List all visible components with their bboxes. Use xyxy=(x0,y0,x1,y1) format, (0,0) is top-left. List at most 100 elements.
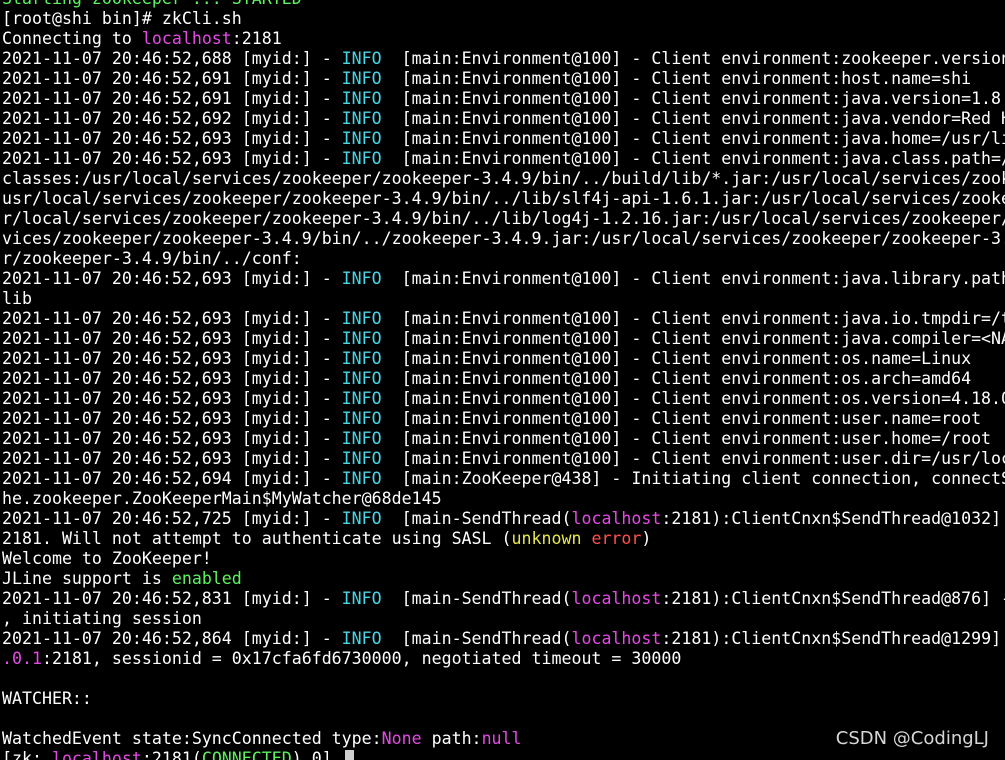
log-level-label: INFO xyxy=(341,469,382,488)
terminal-line: 2021-11-07 20:46:52,693 [myid:] - INFO [… xyxy=(2,129,1005,149)
terminal-line: .0.1:2181, sessionid = 0x17cfa6fd6730000… xyxy=(2,649,1005,669)
terminal-text: [main:Environment@100] - Client environm… xyxy=(381,109,1005,128)
terminal-text: [main-SendThread( xyxy=(381,589,572,608)
terminal-line: he.zookeeper.ZooKeeperMain$MyWatcher@68d… xyxy=(2,489,1005,509)
terminal-text: [main:ZooKeeper@438] - Initiating client… xyxy=(381,469,1005,488)
terminal-text: Welcome to ZooKeeper! xyxy=(2,549,212,568)
terminal-text: [root@shi bin]# zkCli.sh xyxy=(2,9,242,28)
terminal-text: [main:Environment@100] - Client environm… xyxy=(381,369,972,388)
terminal-text: , initiating session xyxy=(2,609,202,628)
terminal-text: ) xyxy=(641,529,652,548)
highlighted-token: localhost xyxy=(51,749,142,760)
status-token: Starting zookeeper ... STARTED xyxy=(2,0,302,8)
terminal-line: Welcome to ZooKeeper! xyxy=(2,549,1005,569)
terminal-line: 2021-11-07 20:46:52,693 [myid:] - INFO [… xyxy=(2,149,1005,169)
log-level-label: INFO xyxy=(341,349,382,368)
log-level-label: INFO xyxy=(341,589,382,608)
terminal-line: lib xyxy=(2,289,1005,309)
terminal-text: 2021-11-07 20:46:52,693 [myid:] - xyxy=(2,369,342,388)
terminal-line: 2021-11-07 20:46:52,691 [myid:] - INFO [… xyxy=(2,89,1005,109)
terminal-text: 2021-11-07 20:46:52,693 [myid:] - xyxy=(2,309,342,328)
terminal-text: [main:Environment@100] - Client environm… xyxy=(381,309,1005,328)
terminal-line: 2021-11-07 20:46:52,693 [myid:] - INFO [… xyxy=(2,389,1005,409)
terminal-text: :2181, sessionid = 0x17cfa6fd6730000, ne… xyxy=(41,649,682,668)
terminal-text: r/zookeeper-3.4.9/bin/../conf: xyxy=(2,249,302,268)
terminal-line: 2021-11-07 20:46:52,693 [myid:] - INFO [… xyxy=(2,309,1005,329)
terminal-line: JLine support is enabled xyxy=(2,569,1005,589)
terminal-line: vices/zookeeper/zookeeper-3.4.9/bin/../z… xyxy=(2,229,1005,249)
log-level-label: INFO xyxy=(341,109,382,128)
terminal-text: :2181( xyxy=(141,749,202,760)
terminal-line: 2021-11-07 20:46:52,693 [myid:] - INFO [… xyxy=(2,429,1005,449)
log-level-label: INFO xyxy=(341,89,382,108)
terminal-text: [main:Environment@100] - Client environm… xyxy=(381,329,1005,348)
log-level-label: INFO xyxy=(341,269,382,288)
terminal-text: 2021-11-07 20:46:52,693 [myid:] - xyxy=(2,349,342,368)
log-level-label: INFO xyxy=(341,309,382,328)
status-token: enabled xyxy=(171,569,242,588)
log-level-label: INFO xyxy=(341,429,382,448)
terminal-text: [main:Environment@100] - Client environm… xyxy=(381,269,1005,288)
terminal-text: 2021-11-07 20:46:52,693 [myid:] - xyxy=(2,409,342,428)
terminal-text: :2181):ClientCnxn$SendThread@876] - Soc xyxy=(661,589,1005,608)
log-level-label: INFO xyxy=(341,369,382,388)
highlighted-token: None xyxy=(381,729,422,748)
terminal-text: 2021-11-07 20:46:52,693 [myid:] - xyxy=(2,429,342,448)
terminal-text: [main:Environment@100] - Client environm… xyxy=(381,429,992,448)
terminal-line: 2021-11-07 20:46:52,864 [myid:] - INFO [… xyxy=(2,629,1005,649)
terminal-text: [main:Environment@100] - Client environm… xyxy=(381,49,1005,68)
terminal-text: 2021-11-07 20:46:52,692 [myid:] - xyxy=(2,109,342,128)
terminal-line: 2021-11-07 20:46:52,693 [myid:] - INFO [… xyxy=(2,349,1005,369)
log-level-label: INFO xyxy=(341,449,382,468)
terminal-text: [main:Environment@100] - Client environm… xyxy=(381,89,1002,108)
terminal-text: r/local/services/zookeeper/zookeeper-3.4… xyxy=(2,209,1005,228)
watermark: CSDN @CodingLJ xyxy=(835,728,989,749)
terminal-line: [root@shi bin]# zkCli.sh xyxy=(2,9,1005,29)
log-level-label: INFO xyxy=(341,629,382,648)
log-level-label: INFO xyxy=(341,389,382,408)
text-cursor[interactable] xyxy=(344,750,354,760)
terminal-text: lib xyxy=(2,289,32,308)
terminal-text: [main-SendThread( xyxy=(381,629,572,648)
terminal-text: :2181):ClientCnxn$SendThread@1299] - Se xyxy=(661,629,1002,648)
log-level-label: INFO xyxy=(341,129,382,148)
terminal-text: he.zookeeper.ZooKeeperMain$MyWatcher@68d… xyxy=(2,489,442,508)
terminal-text: path: xyxy=(421,729,482,748)
terminal-line: classes:/usr/local/services/zookeeper/zo… xyxy=(2,169,1005,189)
terminal-line: 2021-11-07 20:46:52,693 [myid:] - INFO [… xyxy=(2,409,1005,429)
log-level-label: INFO xyxy=(341,149,382,168)
terminal-line: 2021-11-07 20:46:52,691 [myid:] - INFO [… xyxy=(2,69,1005,89)
terminal-text: [main:Environment@100] - Client environm… xyxy=(381,349,972,368)
terminal-line: , initiating session xyxy=(2,609,1005,629)
terminal-window[interactable]: Starting zookeeper ... STARTED[root@shi … xyxy=(0,0,1005,760)
terminal-text: 2021-11-07 20:46:52,693 [myid:] - xyxy=(2,329,342,348)
terminal-text: 2021-11-07 20:46:52,693 [myid:] - xyxy=(2,129,342,148)
terminal-line: 2181. Will not attempt to authenticate u… xyxy=(2,529,1005,549)
terminal-line: 2021-11-07 20:46:52,693 [myid:] - INFO [… xyxy=(2,369,1005,389)
terminal-line: r/zookeeper-3.4.9/bin/../conf: xyxy=(2,249,1005,269)
terminal-line: 2021-11-07 20:46:52,694 [myid:] - INFO [… xyxy=(2,469,1005,489)
terminal-text: 2021-11-07 20:46:52,831 [myid:] - xyxy=(2,589,342,608)
terminal-text: 2021-11-07 20:46:52,691 [myid:] - xyxy=(2,89,342,108)
terminal-line: Starting zookeeper ... STARTED xyxy=(2,0,1005,9)
terminal-text: [main:Environment@100] - Client environm… xyxy=(381,389,1005,408)
highlighted-token: .0.1 xyxy=(2,649,42,668)
highlighted-token: localhost xyxy=(571,589,662,608)
terminal-text: 2021-11-07 20:46:52,693 [myid:] - xyxy=(2,389,342,408)
terminal-text: unknown xyxy=(511,529,582,548)
terminal-line: 2021-11-07 20:46:52,693 [myid:] - INFO [… xyxy=(2,449,1005,469)
terminal-text: vices/zookeeper/zookeeper-3.4.9/bin/../z… xyxy=(2,229,1005,248)
terminal-line: [zk: localhost:2181(CONNECTED) 0] xyxy=(2,749,1005,760)
terminal-text: [main-SendThread( xyxy=(381,509,572,528)
log-level-label: INFO xyxy=(341,329,382,348)
terminal-text: WATCHER:: xyxy=(2,689,92,708)
terminal-text: 2021-11-07 20:46:52,725 [myid:] - xyxy=(2,509,342,528)
terminal-text: [main:Environment@100] - Client environm… xyxy=(381,149,1005,168)
terminal-line: WATCHER:: xyxy=(2,689,1005,709)
highlighted-token: null xyxy=(481,729,522,748)
terminal-text: 2021-11-07 20:46:52,693 [myid:] - xyxy=(2,269,342,288)
terminal-text: :2181):ClientCnxn$SendThread@1032] - Op xyxy=(661,509,1002,528)
terminal-line: usr/local/services/zookeeper/zookeeper-3… xyxy=(2,189,1005,209)
